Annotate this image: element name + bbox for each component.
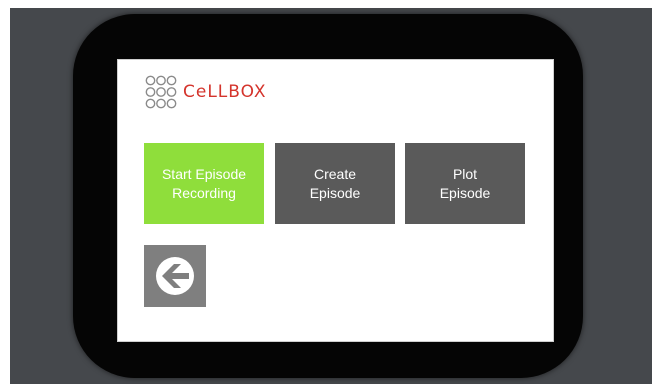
create-episode-label: Create Episode [309,165,361,201]
cellbox-logo-mark-icon [145,75,177,109]
logo-text: CeLLBOX [183,82,267,102]
create-episode-button[interactable]: Create Episode [275,143,395,224]
cellbox-logo: CeLLBOX [145,70,267,114]
plot-episode-label: Plot Episode [439,165,491,201]
start-episode-recording-button[interactable]: Start Episode Recording [144,143,264,224]
arrow-left-circle-icon [156,257,194,295]
stage: CeLLBOX Start Episode Recording Create E… [0,0,660,387]
back-button[interactable] [144,245,206,307]
plot-episode-button[interactable]: Plot Episode [405,143,525,224]
start-episode-recording-label: Start Episode Recording [161,165,247,201]
touch-screen: CeLLBOX Start Episode Recording Create E… [117,59,554,342]
